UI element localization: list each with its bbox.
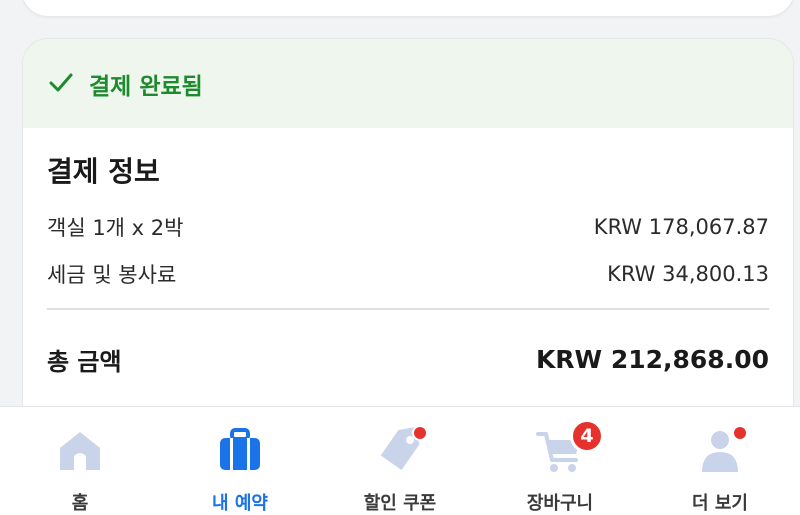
tag-icon: [374, 425, 428, 475]
nav-item-my-bookings[interactable]: 내 예약: [160, 407, 320, 515]
briefcase-icon: [214, 425, 266, 475]
line-item-label: 객실 1개 x 2박: [47, 216, 184, 240]
total-row: 총 금액 KRW 212,868.00: [47, 342, 769, 377]
person-icon: [694, 425, 748, 475]
total-amount: KRW 212,868.00: [535, 345, 769, 374]
line-item-amount: KRW 34,800.13: [607, 262, 769, 286]
nav-label: 장바구니: [526, 493, 594, 514]
payment-status-banner: 결제 완료됨: [23, 39, 793, 128]
total-label: 총 금액: [47, 348, 122, 376]
line-item-amount: KRW 178,067.87: [593, 215, 769, 239]
nav-item-home[interactable]: 홈: [0, 407, 160, 515]
nav-label: 더 보기: [692, 493, 748, 514]
line-item-label: 세금 및 봉사료: [47, 263, 177, 287]
checkmark-icon: [47, 68, 89, 100]
payment-info-title: 결제 정보: [47, 155, 160, 188]
nav-item-coupons[interactable]: 할인 쿠폰: [320, 407, 480, 515]
payment-status-text: 결제 완료됨: [89, 73, 203, 100]
previous-card: [22, 0, 794, 16]
cart-icon: 4: [534, 419, 604, 475]
nav-label: 홈: [71, 493, 89, 514]
line-item-room: 객실 1개 x 2박 KRW 178,067.87: [47, 215, 769, 240]
nav-item-more[interactable]: 더 보기: [640, 407, 800, 515]
bottom-navigation: 홈 내 예약 할인 쿠폰 4 장바구니 더 보기: [0, 406, 800, 515]
payment-info-section: 결제 정보 객실 1개 x 2박 KRW 178,067.87 세금 및 봉사료…: [23, 150, 793, 377]
line-item-tax: 세금 및 봉사료 KRW 34,800.13: [47, 262, 769, 287]
divider: [47, 308, 769, 310]
nav-label: 내 예약: [212, 493, 268, 514]
notification-dot: [412, 425, 428, 441]
cart-count-badge: 4: [570, 419, 604, 453]
payment-card: 결제 완료됨 결제 정보 객실 1개 x 2박 KRW 178,067.87 세…: [22, 38, 794, 458]
nav-label: 할인 쿠폰: [363, 493, 437, 514]
notification-dot: [732, 425, 748, 441]
nav-item-cart[interactable]: 4 장바구니: [480, 407, 640, 515]
home-icon: [54, 425, 106, 475]
